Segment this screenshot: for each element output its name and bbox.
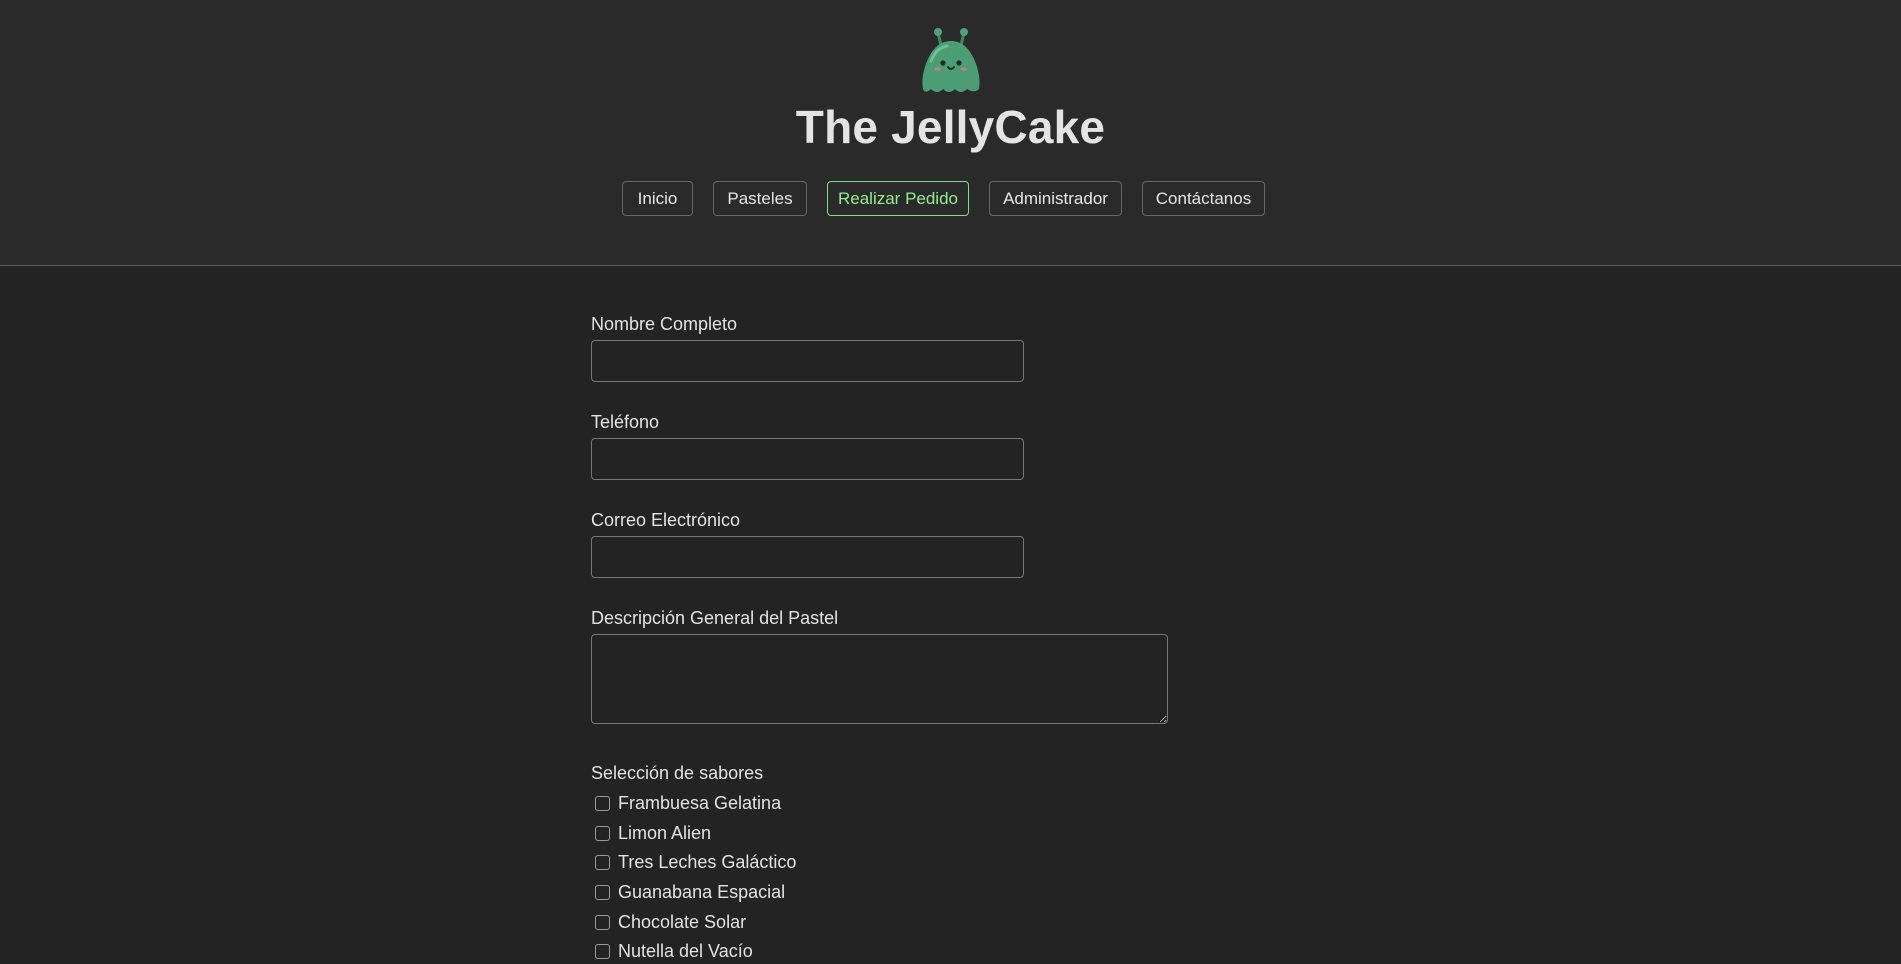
flavor-option[interactable]: Chocolate Solar	[595, 909, 746, 935]
phone-label: Teléfono	[591, 412, 660, 432]
flavor-label: Nutella del Vacío	[618, 941, 753, 961]
nav-contactanos[interactable]: Contáctanos	[1142, 181, 1265, 216]
checkbox[interactable]	[595, 914, 610, 930]
jelly-alien-icon	[922, 28, 980, 92]
nav-inicio[interactable]: Inicio	[622, 181, 693, 216]
checkbox[interactable]	[595, 795, 610, 811]
name-label: Nombre Completo	[591, 314, 738, 334]
checkbox[interactable]	[595, 884, 610, 900]
flavor-option[interactable]: Limon Alien	[595, 820, 711, 846]
flavors-label: Selección de sabores	[591, 763, 764, 783]
email-label: Correo Electrónico	[591, 510, 741, 530]
checkbox[interactable]	[595, 825, 610, 841]
checkbox[interactable]	[595, 854, 610, 870]
description-textarea[interactable]	[591, 634, 1168, 724]
flavor-label: Chocolate Solar	[618, 912, 747, 932]
nav-administrador[interactable]: Administrador	[989, 181, 1122, 216]
flavor-label: Guanabana Espacial	[618, 882, 786, 902]
flavor-option[interactable]: Frambuesa Gelatina	[595, 790, 781, 816]
description-label: Descripción General del Pastel	[591, 608, 839, 628]
flavor-label: Frambuesa Gelatina	[618, 793, 782, 813]
checkbox[interactable]	[595, 943, 610, 959]
flavor-option[interactable]: Tres Leches Galáctico	[595, 849, 796, 875]
email-field[interactable]	[591, 536, 1024, 578]
flavor-label: Tres Leches Galáctico	[618, 852, 797, 872]
site-title: The JellyCake	[795, 101, 1106, 153]
nav-realizar-pedido[interactable]: Realizar Pedido	[827, 181, 969, 216]
flavor-option[interactable]: Nutella del Vacío	[595, 938, 753, 964]
flavor-option[interactable]: Guanabana Espacial	[595, 879, 785, 905]
flavor-label: Limon Alien	[618, 823, 712, 843]
site-header: The JellyCake Inicio Pasteles Realizar P…	[0, 0, 1901, 266]
phone-field[interactable]	[591, 438, 1024, 480]
nav-pasteles[interactable]: Pasteles	[713, 181, 807, 216]
name-field[interactable]	[591, 340, 1024, 382]
